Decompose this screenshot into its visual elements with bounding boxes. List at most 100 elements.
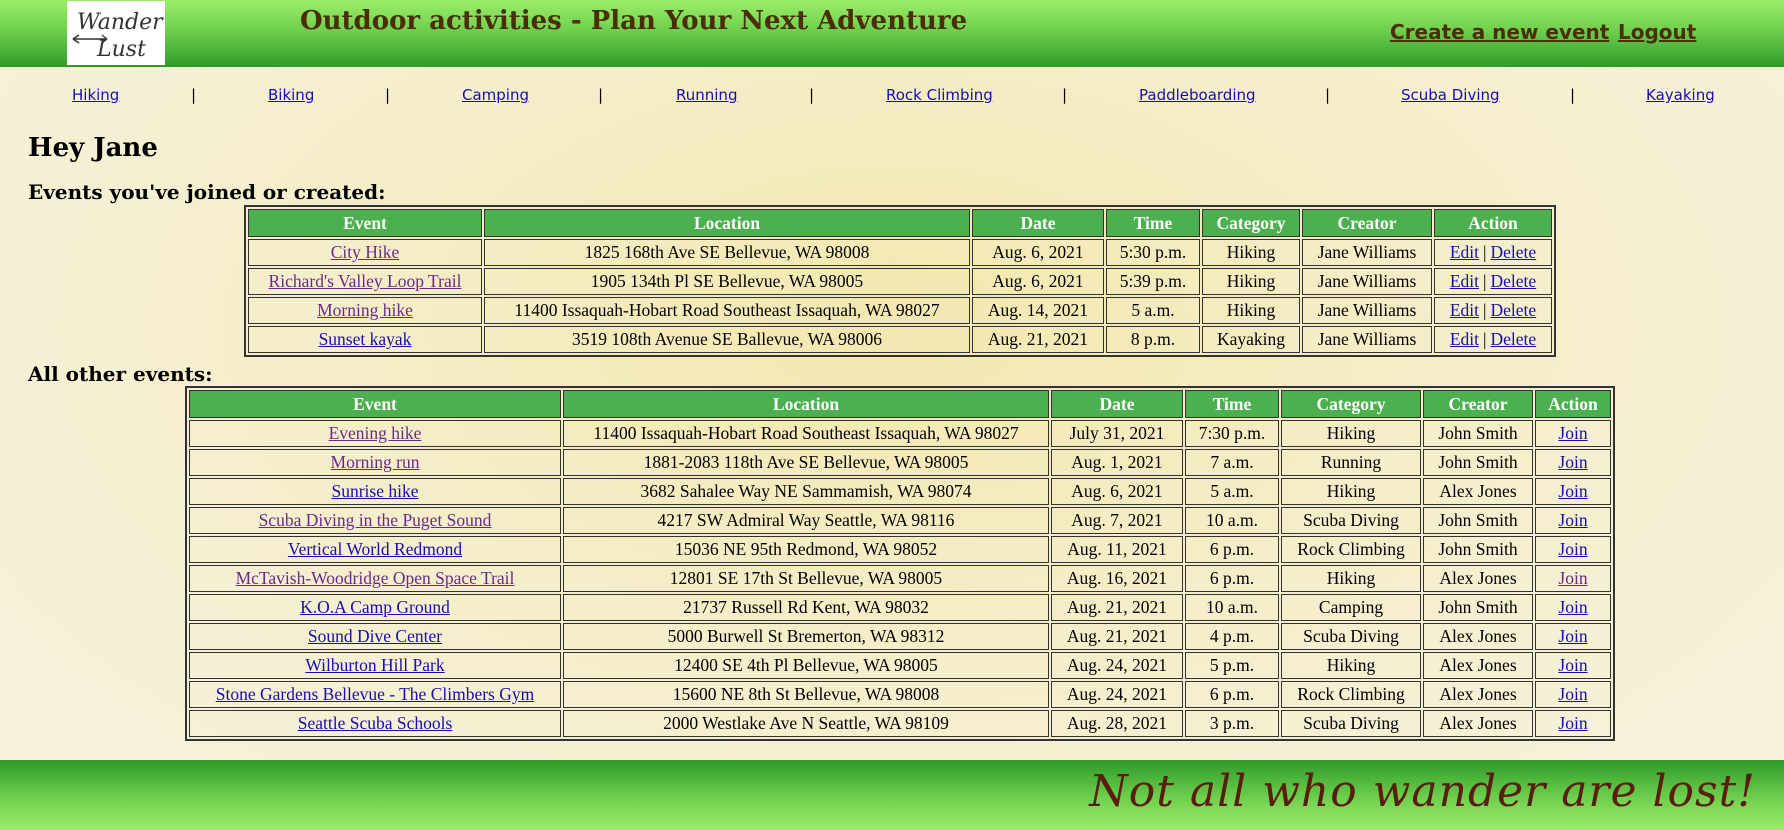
action-cell: Join xyxy=(1535,710,1611,737)
column-header-category: Category xyxy=(1281,390,1421,418)
table-row: Morning run 1881-2083 118th Ave SE Bellev… xyxy=(189,449,1611,476)
nav-separator: | xyxy=(598,86,604,104)
date-cell: Aug. 7, 2021 xyxy=(1051,507,1183,534)
date-cell: Aug. 21, 2021 xyxy=(1051,594,1183,621)
creator-cell: Alex Jones xyxy=(1423,710,1533,737)
event-link[interactable]: McTavish-Woodridge Open Space Trail xyxy=(236,568,515,588)
column-header-date: Date xyxy=(972,209,1104,237)
time-cell: 5:30 p.m. xyxy=(1106,239,1200,266)
nav-kayaking[interactable]: Kayaking xyxy=(1646,86,1715,104)
svg-text:Wander: Wander xyxy=(77,10,164,35)
greeting-heading: Hey Jane xyxy=(28,133,158,163)
table-row: Scuba Diving in the Puget Sound 4217 SW A… xyxy=(189,507,1611,534)
nav-separator: | xyxy=(1570,86,1576,104)
joined-events-table: Event Location Date Time Category Creato… xyxy=(244,205,1556,357)
nav-paddleboarding[interactable]: Paddleboarding xyxy=(1139,86,1256,104)
join-link[interactable]: Join xyxy=(1558,423,1587,443)
nav-biking[interactable]: Biking xyxy=(268,86,314,104)
join-link[interactable]: Join xyxy=(1558,597,1587,617)
event-cell: Sunset kayak xyxy=(248,326,482,353)
join-link[interactable]: Join xyxy=(1558,539,1587,559)
time-cell: 5:39 p.m. xyxy=(1106,268,1200,295)
edit-link[interactable]: Edit xyxy=(1450,242,1479,262)
event-link[interactable]: Richard's Valley Loop Trail xyxy=(269,271,462,291)
action-cell: Join xyxy=(1535,536,1611,563)
event-cell: Sound Dive Center xyxy=(189,623,561,650)
event-link[interactable]: Sound Dive Center xyxy=(308,626,442,646)
event-link[interactable]: Seattle Scuba Schools xyxy=(298,713,453,733)
column-header-time: Time xyxy=(1106,209,1200,237)
location-cell: 15036 NE 95th Redmond, WA 98052 xyxy=(563,536,1049,563)
event-cell: Wilburton Hill Park xyxy=(189,652,561,679)
date-cell: Aug. 16, 2021 xyxy=(1051,565,1183,592)
category-cell: Hiking xyxy=(1281,420,1421,447)
event-cell: K.O.A Camp Ground xyxy=(189,594,561,621)
join-link[interactable]: Join xyxy=(1558,510,1587,530)
join-link[interactable]: Join xyxy=(1558,655,1587,675)
table-row: Sunrise hike 3682 Sahalee Way NE Sammamis… xyxy=(189,478,1611,505)
nav-hiking[interactable]: Hiking xyxy=(72,86,119,104)
logo-graphic: Wander Lust xyxy=(72,10,164,62)
join-link[interactable]: Join xyxy=(1558,626,1587,646)
category-cell: Hiking xyxy=(1281,478,1421,505)
event-link[interactable]: Evening hike xyxy=(329,423,422,443)
event-link[interactable]: City Hike xyxy=(331,242,400,262)
column-header-category: Category xyxy=(1202,209,1300,237)
logout-link[interactable]: Logout xyxy=(1618,20,1696,44)
join-link[interactable]: Join xyxy=(1558,452,1587,472)
create-event-link[interactable]: Create a new event xyxy=(1390,20,1609,44)
delete-link[interactable]: Delete xyxy=(1491,242,1537,262)
action-cell: Edit | Delete xyxy=(1434,239,1552,266)
column-header-creator: Creator xyxy=(1302,209,1432,237)
time-cell: 6 p.m. xyxy=(1185,565,1279,592)
join-link[interactable]: Join xyxy=(1558,481,1587,501)
edit-link[interactable]: Edit xyxy=(1450,300,1479,320)
event-link[interactable]: K.O.A Camp Ground xyxy=(300,597,450,617)
table-row: Sunset kayak 3519 108th Avenue SE Ballevu… xyxy=(248,326,1552,353)
delete-link[interactable]: Delete xyxy=(1491,329,1537,349)
delete-link[interactable]: Delete xyxy=(1491,271,1537,291)
creator-cell: Alex Jones xyxy=(1423,478,1533,505)
nav-scuba-diving[interactable]: Scuba Diving xyxy=(1401,86,1500,104)
wander-lust-logo[interactable]: Wander Lust xyxy=(67,1,165,65)
table-row: Wilburton Hill Park 12400 SE 4th Pl Belle… xyxy=(189,652,1611,679)
nav-rock-climbing[interactable]: Rock Climbing xyxy=(886,86,993,104)
event-link[interactable]: Sunset kayak xyxy=(319,329,412,349)
category-nav: Hiking | Biking | Camping | Running | Ro… xyxy=(0,86,1784,110)
event-link[interactable]: Stone Gardens Bellevue - The Climbers Gy… xyxy=(216,684,535,704)
svg-text:Lust: Lust xyxy=(96,37,146,62)
nav-running[interactable]: Running xyxy=(676,86,737,104)
join-link[interactable]: Join xyxy=(1558,684,1587,704)
column-header-action: Action xyxy=(1535,390,1611,418)
time-cell: 5 p.m. xyxy=(1185,652,1279,679)
other-events-table: Event Location Date Time Category Creato… xyxy=(185,386,1615,741)
event-link[interactable]: Wilburton Hill Park xyxy=(305,655,444,675)
location-cell: 11400 Issaquah-Hobart Road Southeast Iss… xyxy=(484,297,970,324)
delete-link[interactable]: Delete xyxy=(1491,300,1537,320)
creator-cell: Jane Williams xyxy=(1302,268,1432,295)
column-header-event: Event xyxy=(189,390,561,418)
date-cell: Aug. 21, 2021 xyxy=(1051,623,1183,650)
nav-camping[interactable]: Camping xyxy=(462,86,529,104)
event-cell: Morning hike xyxy=(248,297,482,324)
category-cell: Scuba Diving xyxy=(1281,710,1421,737)
category-cell: Rock Climbing xyxy=(1281,536,1421,563)
creator-cell: John Smith xyxy=(1423,449,1533,476)
event-link[interactable]: Scuba Diving in the Puget Sound xyxy=(259,510,492,530)
category-cell: Hiking xyxy=(1202,268,1300,295)
event-link[interactable]: Vertical World Redmond xyxy=(288,539,462,559)
event-link[interactable]: Morning run xyxy=(331,452,420,472)
edit-link[interactable]: Edit xyxy=(1450,271,1479,291)
category-cell: Hiking xyxy=(1202,239,1300,266)
action-cell: Edit | Delete xyxy=(1434,326,1552,353)
join-link[interactable]: Join xyxy=(1558,568,1587,588)
join-link[interactable]: Join xyxy=(1558,713,1587,733)
event-link[interactable]: Morning hike xyxy=(317,300,413,320)
creator-cell: Jane Williams xyxy=(1302,239,1432,266)
action-separator: | xyxy=(1482,329,1487,349)
action-separator: | xyxy=(1482,271,1487,291)
location-cell: 1825 168th Ave SE Bellevue, WA 98008 xyxy=(484,239,970,266)
edit-link[interactable]: Edit xyxy=(1450,329,1479,349)
event-link[interactable]: Sunrise hike xyxy=(331,481,418,501)
action-separator: | xyxy=(1482,242,1487,262)
